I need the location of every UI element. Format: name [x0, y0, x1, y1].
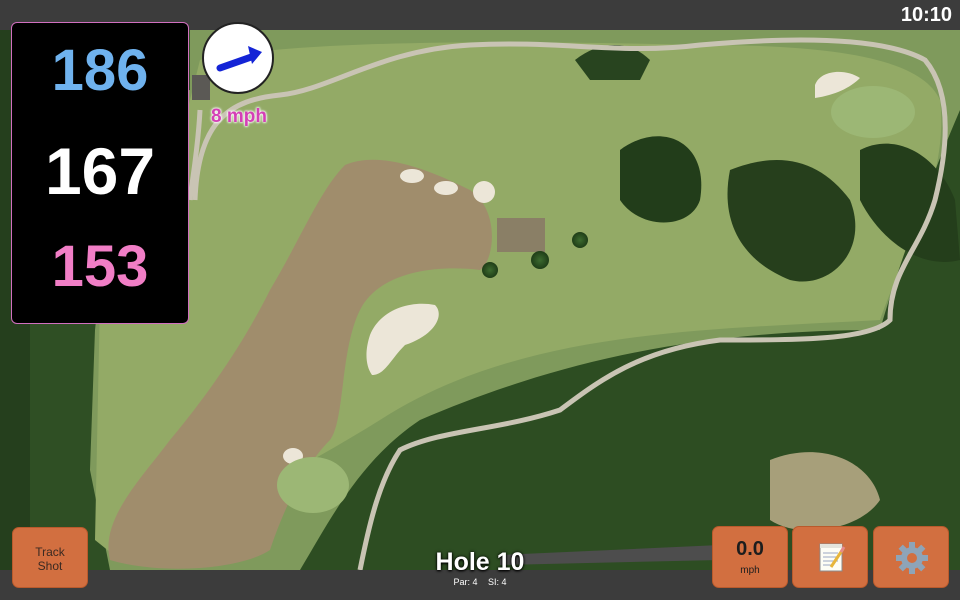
back-distance: 186: [51, 38, 149, 103]
par-label: Par: 4: [453, 577, 478, 587]
stroke-index-label: SI: 4: [488, 577, 507, 587]
arrow-icon: [216, 46, 262, 72]
track-shot-label-line2: Shot: [37, 559, 63, 573]
hole-info: Par: 4 SI: 4: [380, 577, 580, 587]
wind-value: 0.0: [736, 538, 764, 560]
notes-button[interactable]: [792, 526, 868, 588]
distance-panel: 186 167 153: [11, 22, 189, 324]
wind-unit: mph: [740, 565, 760, 576]
notepad-icon: [819, 543, 846, 572]
track-shot-label-line1: Track: [35, 545, 65, 559]
status-clock: 10:10: [900, 4, 952, 26]
track-shot-button[interactable]: Track Shot: [12, 527, 88, 588]
settings-button[interactable]: [873, 526, 949, 588]
front-distance: 153: [51, 234, 149, 299]
wind-speed-label: 8 mph: [211, 106, 267, 127]
wind-speed-button[interactable]: 0.0 mph: [712, 526, 788, 588]
center-distance: 167: [44, 134, 156, 208]
wind-indicator: [202, 22, 274, 94]
hole-title: Hole 10: [435, 548, 525, 576]
gear-icon: [896, 542, 928, 574]
